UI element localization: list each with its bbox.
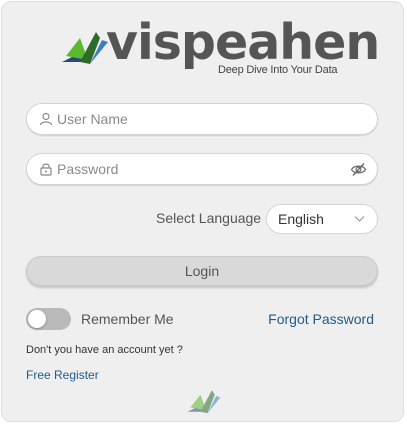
brand-logo: vispeahen Deep Dive Into Your Data <box>60 14 380 84</box>
username-input[interactable] <box>57 108 347 130</box>
login-button[interactable]: Login <box>26 256 378 286</box>
password-field[interactable] <box>26 153 378 185</box>
remember-me-toggle[interactable] <box>26 308 71 330</box>
no-account-text: Don't you have an account yet ? <box>26 344 183 356</box>
language-selected-value: English <box>278 211 324 227</box>
eye-off-icon[interactable] <box>350 161 367 178</box>
footer-leaf-icon <box>187 390 221 414</box>
logo-tagline: Deep Dive Into Your Data <box>218 64 338 76</box>
user-icon <box>39 112 53 126</box>
login-card: vispeahen Deep Dive Into Your Data Selec… <box>1 1 404 422</box>
language-select[interactable]: English <box>266 204 378 234</box>
toggle-knob <box>28 310 46 328</box>
username-field[interactable] <box>26 103 378 135</box>
remember-me-label: Remember Me <box>81 311 174 327</box>
password-input[interactable] <box>57 158 347 180</box>
language-label: Select Language <box>156 210 262 226</box>
forgot-password-link[interactable]: Forgot Password <box>268 311 374 327</box>
lock-icon <box>40 163 52 176</box>
logo-wordmark: vispeahen <box>106 14 380 71</box>
free-register-link[interactable]: Free Register <box>26 368 99 382</box>
chevron-down-icon <box>354 216 365 222</box>
logo-leaf-icon <box>62 32 108 64</box>
